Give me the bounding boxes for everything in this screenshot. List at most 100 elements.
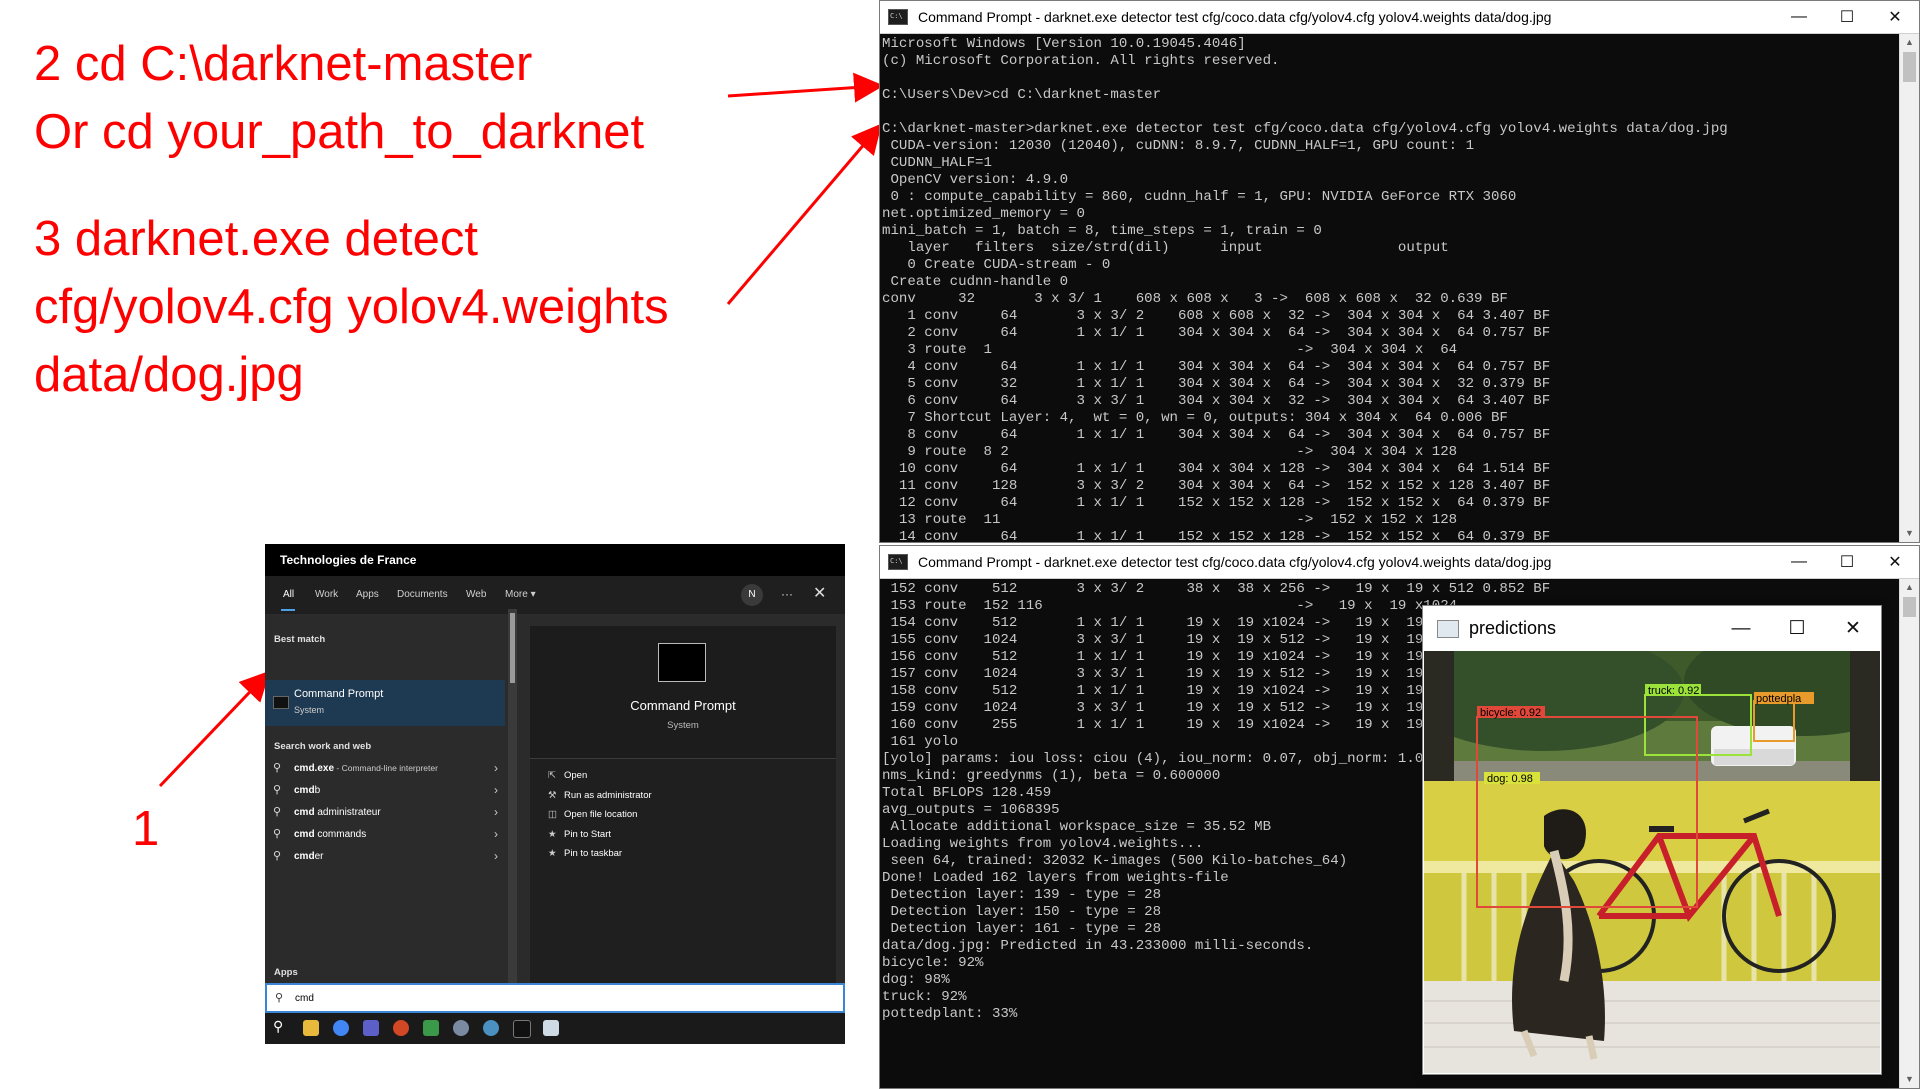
search-input[interactable]: ⚲ cmd: [265, 983, 845, 1013]
close-button[interactable]: ✕: [1871, 1, 1919, 33]
search-suggestion[interactable]: ⚲ cmd.exe - Command-line interpreter ›: [265, 758, 505, 778]
chrome-icon[interactable]: [333, 1020, 349, 1036]
minimize-button[interactable]: —: [1775, 1, 1823, 33]
command-prompt-window-top[interactable]: Command Prompt - darknet.exe detector te…: [879, 0, 1920, 543]
tab-work[interactable]: Work: [315, 589, 338, 600]
maximize-button[interactable]: ☐: [1823, 1, 1871, 33]
tab-all[interactable]: All: [283, 589, 294, 600]
vertical-scrollbar[interactable]: ▲ ▼: [1899, 579, 1919, 1088]
open-icon: ⇱: [548, 770, 556, 781]
search-icon: ⚲: [273, 828, 282, 840]
search-suggestion[interactable]: ⚲ cmd commands ›: [265, 824, 505, 844]
best-match-heading: Best match: [274, 634, 326, 645]
scroll-down-icon[interactable]: ▼: [1900, 525, 1919, 542]
suggestion-text: cmd.exe - Command-line interpreter: [294, 763, 438, 774]
search-icon[interactable]: ⚲: [273, 1018, 289, 1034]
scrollbar-thumb[interactable]: [1903, 52, 1916, 82]
app-icon[interactable]: [483, 1020, 499, 1036]
suggestion-rest: commands: [314, 829, 367, 840]
console-line: 13 route 11 -> 152 x 152 x 128: [882, 512, 1458, 528]
app-icon[interactable]: [453, 1020, 469, 1036]
detail-title: Command Prompt: [630, 698, 736, 713]
shield-icon: ⚒: [548, 789, 557, 801]
pottedplant-label: pottedpla: [1756, 693, 1802, 705]
search-icon: ⚲: [273, 806, 282, 818]
predictions-titlebar[interactable]: predictions — ☐ ✕: [1423, 606, 1881, 651]
cmd-taskbar-icon[interactable]: [513, 1020, 531, 1038]
more-options-icon[interactable]: ···: [781, 587, 793, 601]
suggestion-bold: cmd: [294, 829, 315, 840]
detection-image: truck: 0.92 bicycle: 0.92 dog: 0.98 pott…: [1424, 651, 1880, 1073]
scroll-down-icon[interactable]: ▼: [1900, 1071, 1919, 1088]
console-line: 0 : compute_capability = 860, cudnn_half…: [882, 189, 1517, 205]
action-item[interactable]: ⇱ Open: [548, 770, 587, 781]
powerpoint-icon[interactable]: [393, 1020, 409, 1036]
cmd-app-icon: [888, 554, 908, 570]
console-output[interactable]: Microsoft Windows [Version 10.0.19045.40…: [880, 34, 1899, 542]
suggestion-text: cmd commands: [294, 829, 366, 840]
action-item[interactable]: ★ Pin to Start: [548, 829, 611, 840]
detail-header: Command Prompt System: [530, 626, 836, 759]
console-line: mini_batch = 1, batch = 8, time_steps = …: [882, 223, 1322, 239]
search-tabs: All Work Apps Documents Web More ▾ N ···…: [265, 576, 845, 614]
console-line: Microsoft Windows [Version 10.0.19045.40…: [882, 36, 1246, 52]
suggestion-rest: - Command-line interpreter: [334, 763, 438, 773]
tab-web[interactable]: Web: [466, 589, 486, 600]
console-line: 152 conv 512 3 x 3/ 2 38 x 38 x 256 -> 1…: [882, 581, 1551, 597]
scroll-up-icon[interactable]: ▲: [1900, 34, 1919, 51]
search-suggestion[interactable]: ⚲ cmdb ›: [265, 780, 505, 800]
dog-label: dog: 0.98: [1487, 773, 1533, 785]
folder-icon: ◫: [548, 809, 557, 820]
tab-apps[interactable]: Apps: [356, 589, 379, 600]
search-suggestion[interactable]: ⚲ cmd administrateur ›: [265, 802, 505, 822]
step2-line2: Or cd your_path_to_darknet: [34, 105, 645, 159]
teams-icon[interactable]: [363, 1020, 379, 1036]
cmd-app-icon: [273, 696, 289, 709]
scrollbar-thumb[interactable]: [1903, 597, 1916, 617]
best-match-command-prompt[interactable]: Command Prompt System: [265, 680, 505, 726]
maximize-button[interactable]: ☐: [1823, 546, 1871, 578]
action-label: Pin to taskbar: [564, 848, 623, 859]
results-scrollbar[interactable]: [508, 609, 517, 1015]
step3-line3: data/dog.jpg: [34, 348, 304, 402]
scroll-up-icon[interactable]: ▲: [1900, 579, 1919, 596]
avatar[interactable]: N: [741, 584, 763, 606]
console-line: CUDNN_HALF=1: [882, 155, 992, 171]
action-item[interactable]: ★ Pin to taskbar: [548, 848, 622, 859]
vertical-scrollbar[interactable]: ▲ ▼: [1899, 34, 1919, 542]
close-icon[interactable]: ✕: [813, 583, 826, 603]
minimize-button[interactable]: —: [1775, 546, 1823, 578]
scrollbar-thumb[interactable]: [510, 613, 515, 683]
step3-line2: cfg/yolov4.cfg yolov4.weights: [34, 280, 669, 334]
file-explorer-icon[interactable]: [303, 1020, 319, 1036]
close-button[interactable]: ✕: [1825, 606, 1881, 651]
start-search-flyout[interactable]: Technologies de France All Work Apps Doc…: [265, 544, 845, 1044]
tab-documents[interactable]: Documents: [397, 589, 448, 600]
predictions-window[interactable]: predictions — ☐ ✕ truck: 0.92 bicycle: 0…: [1422, 605, 1882, 1075]
window-titlebar[interactable]: Command Prompt - darknet.exe detector te…: [880, 546, 1919, 579]
chevron-right-icon: ›: [494, 761, 498, 775]
image-viewer-icon[interactable]: [543, 1020, 559, 1036]
close-button[interactable]: ✕: [1871, 546, 1919, 578]
app-icon[interactable]: [423, 1020, 439, 1036]
minimize-button[interactable]: —: [1713, 606, 1769, 651]
tab-more[interactable]: More ▾: [505, 589, 536, 600]
dog-bicycle-scene: truck: 0.92 bicycle: 0.92 dog: 0.98 pott…: [1424, 651, 1880, 1073]
detail-pane: Command Prompt System ⇱ Open ⚒ Run as admin…: [530, 626, 836, 1026]
suggestion-bold: cmd: [294, 807, 315, 818]
console-line: 6 conv 64 3 x 3/ 1 304 x 304 x 32 -> 304…: [882, 393, 1551, 409]
chevron-right-icon: ›: [494, 805, 498, 819]
image-window-icon: [1437, 619, 1459, 638]
search-suggestion[interactable]: ⚲ cmder ›: [265, 846, 505, 866]
detail-subtitle: System: [667, 720, 699, 731]
results-list: Best match Command Prompt System Search …: [265, 614, 505, 1044]
action-item[interactable]: ⚒ Run as administrator: [548, 790, 652, 801]
pin-icon: ★: [548, 828, 557, 840]
action-item[interactable]: ◫ Open file location: [548, 809, 637, 820]
maximize-button[interactable]: ☐: [1769, 606, 1825, 651]
suggestion-bold: cmd.exe: [294, 763, 335, 774]
window-titlebar[interactable]: Command Prompt - darknet.exe detector te…: [880, 1, 1919, 34]
search-icon: ⚲: [273, 762, 282, 774]
